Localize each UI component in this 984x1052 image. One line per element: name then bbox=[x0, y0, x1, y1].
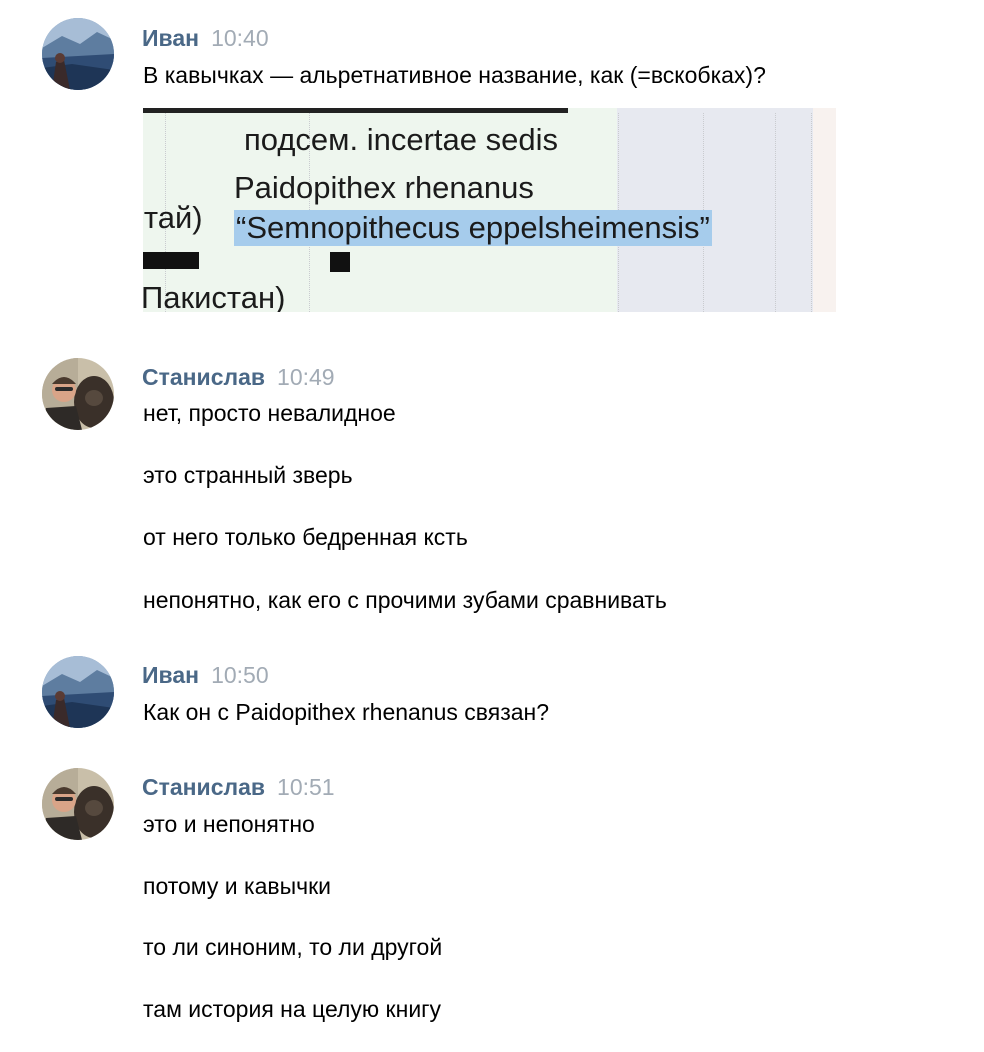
author-name[interactable]: Иван bbox=[142, 662, 199, 688]
message-time[interactable]: 10:50 bbox=[211, 662, 269, 688]
message-time[interactable]: 10:40 bbox=[211, 25, 269, 51]
attachment-fragment-text: ітай) bbox=[143, 200, 203, 235]
message-text: В кавычках — альретнативное название, ка… bbox=[143, 62, 766, 88]
message-text: это странный зверь bbox=[143, 462, 353, 488]
message-text: непонятно, как его с прочими зубами срав… bbox=[143, 587, 667, 613]
message-text: это и непонятно bbox=[143, 811, 315, 837]
attachment-synonym-highlight: “Semnopithecus eppelsheimensis” bbox=[234, 210, 712, 246]
landscape-photo-avatar-icon bbox=[42, 18, 114, 90]
message-text: нет, просто невалидное bbox=[143, 400, 396, 426]
message-header: Станислав 10:51 bbox=[142, 772, 335, 802]
table-marker bbox=[330, 252, 350, 272]
message-text: потому и кавычки bbox=[143, 873, 332, 899]
author-name[interactable]: Станислав bbox=[142, 364, 265, 390]
message-time[interactable]: 10:51 bbox=[277, 774, 335, 800]
message-text: Как он с Paidopithex rhenanus связан? bbox=[143, 699, 550, 725]
attachment-fragment-text: Пакистан) bbox=[143, 280, 286, 312]
message-text: от него только бедренная ксть bbox=[143, 524, 468, 550]
message-header: Иван 10:50 bbox=[142, 660, 269, 690]
message-time[interactable]: 10:49 bbox=[277, 364, 335, 390]
table-gridline bbox=[811, 113, 812, 312]
avatar-stanislav[interactable] bbox=[42, 358, 114, 430]
message-header: Иван 10:40 bbox=[142, 23, 269, 53]
message-text: там история на целую книгу bbox=[143, 996, 442, 1022]
person-with-gorilla-photo-avatar-icon bbox=[42, 358, 114, 430]
author-name[interactable]: Станислав bbox=[142, 774, 265, 800]
avatar-ivan[interactable] bbox=[42, 18, 114, 90]
table-rule bbox=[143, 108, 568, 113]
author-name[interactable]: Иван bbox=[142, 25, 199, 51]
landscape-photo-avatar-icon bbox=[42, 656, 114, 728]
attachment-subfamily-text: подсем. incertae sedis bbox=[244, 122, 558, 157]
table-gridline bbox=[775, 113, 776, 312]
message-header: Станислав 10:49 bbox=[142, 362, 335, 392]
image-attachment[interactable]: подсем. incertae sedis Paidopithex rhena… bbox=[143, 108, 836, 312]
avatar-ivan[interactable] bbox=[42, 656, 114, 728]
redaction-bar bbox=[143, 252, 199, 269]
avatar-stanislav[interactable] bbox=[42, 768, 114, 840]
person-with-gorilla-photo-avatar-icon bbox=[42, 768, 114, 840]
message-text: то ли синоним, то ли другой bbox=[143, 934, 443, 960]
attachment-species-text: Paidopithex rhenanus bbox=[234, 170, 534, 205]
table-column-shade bbox=[813, 108, 836, 312]
